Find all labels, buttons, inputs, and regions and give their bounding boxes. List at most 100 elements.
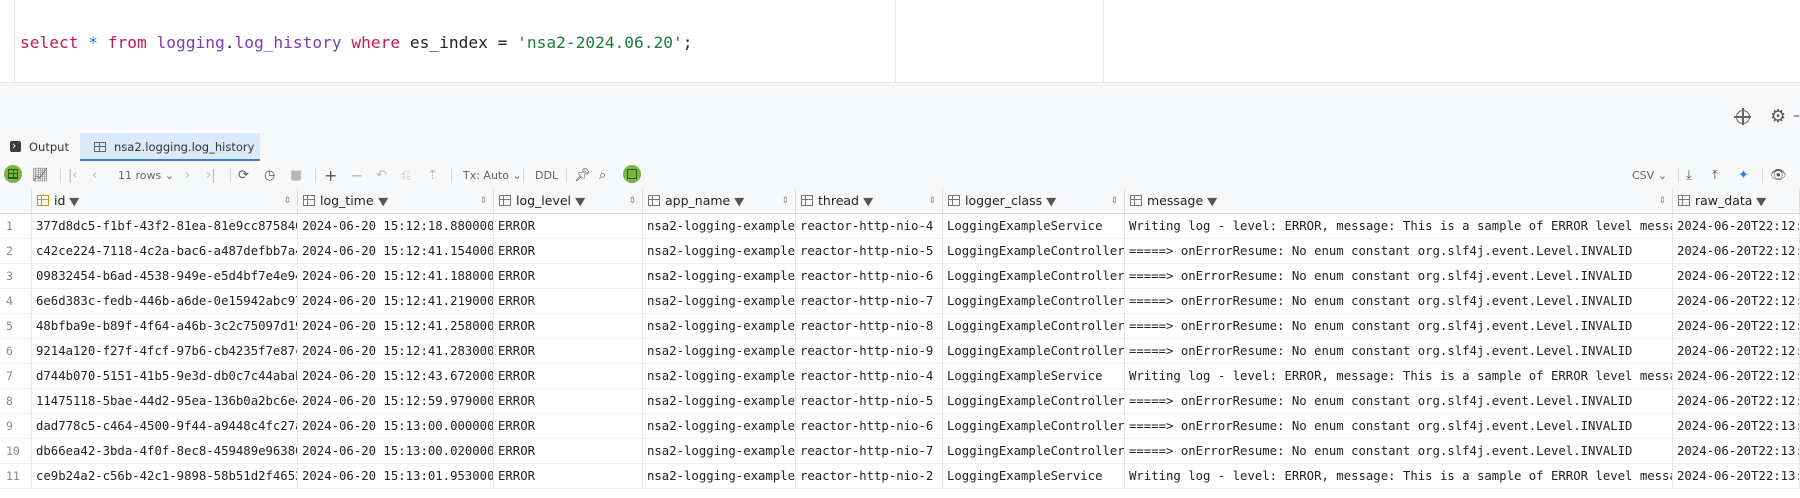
cell-message[interactable]: =====> onErrorResume: No enum constant o…	[1125, 289, 1673, 313]
sort-icon[interactable]: ⇕	[283, 189, 291, 213]
table-row[interactable]: 6 9214a120-f27f-4fcf-97b6-cb4235f7e87c 202…	[0, 339, 1800, 364]
cell-app-name[interactable]: nsa2-logging-example	[643, 289, 796, 313]
cell-message[interactable]: Writing log - level: ERROR, message: Thi…	[1125, 364, 1673, 388]
sort-icon[interactable]: ⇕	[781, 189, 789, 213]
cell-log-time[interactable]: 2024-06-20 15:12:41.258000	[298, 314, 494, 338]
cell-app-name[interactable]: nsa2-logging-example	[643, 464, 796, 488]
cell-thread[interactable]: reactor-http-nio-5	[796, 389, 943, 413]
history-icon[interactable]: ◷	[264, 166, 275, 185]
column-header-app-name[interactable]: app_name ▼ ⇕	[643, 189, 796, 213]
submit-icon[interactable]: ⇡	[427, 166, 438, 185]
cell-log-time[interactable]: 2024-06-20 15:13:01.953000	[298, 464, 494, 488]
cell-logger-class[interactable]: LoggingExampleController	[943, 264, 1125, 288]
add-row-icon[interactable]: +	[324, 166, 337, 185]
cell-thread[interactable]: reactor-http-nio-4	[796, 214, 943, 238]
cell-message[interactable]: =====> onErrorResume: No enum constant o…	[1125, 314, 1673, 338]
filter-icon[interactable]: ▼	[1757, 190, 1767, 213]
cell-logger-class[interactable]: LoggingExampleService	[943, 464, 1125, 488]
cell-message[interactable]: =====> onErrorResume: No enum constant o…	[1125, 389, 1673, 413]
sql-editor[interactable]: select * from logging.log_history where …	[0, 0, 1800, 83]
cell-log-level[interactable]: ERROR	[494, 239, 643, 263]
cell-message[interactable]: =====> onErrorResume: No enum constant o…	[1125, 239, 1673, 263]
table-row[interactable]: 1 377d8dc5-f1bf-43f2-81ea-81e9cc875840 202…	[0, 214, 1800, 239]
pin-icon[interactable]: 📌︎	[574, 166, 591, 185]
cell-log-time[interactable]: 2024-06-20 15:12:41.219000	[298, 289, 494, 313]
cell-app-name[interactable]: nsa2-logging-example	[643, 389, 796, 413]
cell-id[interactable]: 9214a120-f27f-4fcf-97b6-cb4235f7e87c	[32, 339, 298, 363]
cell-app-name[interactable]: nsa2-logging-example	[643, 439, 796, 463]
cell-raw-data[interactable]: 2024-06-20T22:13:	[1673, 464, 1800, 488]
cell-raw-data[interactable]: 2024-06-20T22:12:	[1673, 364, 1800, 388]
cell-log-time[interactable]: 2024-06-20 15:13:00.000000	[298, 414, 494, 438]
chart-icon[interactable]: 📈︎	[32, 166, 49, 185]
sort-icon[interactable]: ⇕	[479, 189, 487, 213]
cell-thread[interactable]: reactor-http-nio-9	[796, 339, 943, 363]
cell-log-level[interactable]: ERROR	[494, 264, 643, 288]
cell-id[interactable]: c42ce224-7118-4c2a-bac6-a487defbb7a4	[32, 239, 298, 263]
cell-log-time[interactable]: 2024-06-20 15:12:18.880000	[298, 214, 494, 238]
table-row[interactable]: 7 d744b070-5151-41b5-9e3d-db0c7c44abab 202…	[0, 364, 1800, 389]
cell-log-level[interactable]: ERROR	[494, 464, 643, 488]
table-row[interactable]: 10 db66ea42-3bda-4f0f-8ec8-459489e96386 20…	[0, 439, 1800, 464]
cell-log-level[interactable]: ERROR	[494, 289, 643, 313]
revert-icon[interactable]: ⎌	[401, 166, 411, 185]
crosshair-icon[interactable]	[1734, 108, 1751, 125]
cell-log-time[interactable]: 2024-06-20 15:12:43.672000	[298, 364, 494, 388]
cell-raw-data[interactable]: 2024-06-20T22:12:	[1673, 389, 1800, 413]
sql-query-line[interactable]: select * from logging.log_history where …	[20, 33, 693, 52]
cell-log-level[interactable]: ERROR	[494, 414, 643, 438]
cell-log-time[interactable]: 2024-06-20 15:12:59.979000	[298, 389, 494, 413]
column-header-message[interactable]: message ▼ ⇕	[1125, 189, 1673, 213]
cell-log-time[interactable]: 2024-06-20 15:12:41.154000	[298, 239, 494, 263]
cell-thread[interactable]: reactor-http-nio-7	[796, 439, 943, 463]
cell-message[interactable]: =====> onErrorResume: No enum constant o…	[1125, 439, 1673, 463]
cell-log-time[interactable]: 2024-06-20 15:12:41.188000	[298, 264, 494, 288]
cell-log-time[interactable]: 2024-06-20 15:12:41.283000	[298, 339, 494, 363]
cell-raw-data[interactable]: 2024-06-20T22:12:	[1673, 289, 1800, 313]
cell-log-level[interactable]: ERROR	[494, 389, 643, 413]
cell-log-level[interactable]: ERROR	[494, 364, 643, 388]
filter-icon[interactable]: ▼	[378, 190, 388, 213]
cell-logger-class[interactable]: LoggingExampleController	[943, 239, 1125, 263]
download-icon[interactable]: ⤓	[1686, 166, 1692, 185]
next-page-icon[interactable]: ›	[185, 166, 190, 185]
database-view-icon[interactable]	[623, 165, 641, 183]
table-row[interactable]: 8 11475118-5bae-44d2-95ea-136b0a2bc6e4 202…	[0, 389, 1800, 414]
rows-count-dropdown[interactable]: 11 rows ⌄	[118, 166, 174, 185]
grid-view-icon[interactable]	[4, 165, 22, 183]
upload-icon[interactable]: ⤒	[1712, 166, 1718, 185]
column-header-logger-class[interactable]: logger_class ▼ ⇕	[943, 189, 1125, 213]
cell-log-level[interactable]: ERROR	[494, 339, 643, 363]
cell-raw-data[interactable]: 2024-06-20T22:12:	[1673, 314, 1800, 338]
cell-id[interactable]: 6e6d383c-fedb-446b-a6de-0e15942abc97	[32, 289, 298, 313]
undo-icon[interactable]: ↶	[376, 166, 387, 185]
filter-icon[interactable]: ▼	[575, 190, 585, 213]
cell-app-name[interactable]: nsa2-logging-example	[643, 214, 796, 238]
eye-icon[interactable]: 👁︎	[1770, 166, 1787, 185]
cell-id[interactable]: ce9b24a2-c56b-42c1-9898-58b51d2f4652	[32, 464, 298, 488]
cell-message[interactable]: Writing log - level: ERROR, message: Thi…	[1125, 214, 1673, 238]
cell-app-name[interactable]: nsa2-logging-example	[643, 364, 796, 388]
cell-id[interactable]: 09832454-b6ad-4538-949e-e5d4bf7e4e94	[32, 264, 298, 288]
cell-raw-data[interactable]: 2024-06-20T22:12:	[1673, 339, 1800, 363]
cell-logger-class[interactable]: LoggingExampleController	[943, 389, 1125, 413]
filter-icon[interactable]: ▼	[863, 190, 873, 213]
cell-app-name[interactable]: nsa2-logging-example	[643, 414, 796, 438]
cell-message[interactable]: =====> onErrorResume: No enum constant o…	[1125, 339, 1673, 363]
table-row[interactable]: 11 ce9b24a2-c56b-42c1-9898-58b51d2f4652 20…	[0, 464, 1800, 489]
cell-app-name[interactable]: nsa2-logging-example	[643, 239, 796, 263]
cell-id[interactable]: db66ea42-3bda-4f0f-8ec8-459489e96386	[32, 439, 298, 463]
cell-logger-class[interactable]: LoggingExampleController	[943, 439, 1125, 463]
cell-logger-class[interactable]: LoggingExampleService	[943, 364, 1125, 388]
cell-thread[interactable]: reactor-http-nio-6	[796, 264, 943, 288]
transaction-mode-dropdown[interactable]: Tx: Auto ⌄	[463, 166, 522, 185]
table-row[interactable]: 9 dad778c5-c464-4500-9f44-a9448c4fc27a 202…	[0, 414, 1800, 439]
cell-id[interactable]: d744b070-5151-41b5-9e3d-db0c7c44abab	[32, 364, 298, 388]
cell-log-level[interactable]: ERROR	[494, 314, 643, 338]
cell-id[interactable]: 11475118-5bae-44d2-95ea-136b0a2bc6e4	[32, 389, 298, 413]
cell-id[interactable]: 48bfba9e-b89f-4f64-a46b-3c2c75097d19	[32, 314, 298, 338]
column-header-log-time[interactable]: log_time ▼ ⇕	[298, 189, 494, 213]
stop-icon[interactable]: ■	[290, 166, 302, 185]
sort-icon[interactable]: ⇕	[1658, 189, 1666, 213]
sort-icon[interactable]: ⇕	[1110, 189, 1118, 213]
